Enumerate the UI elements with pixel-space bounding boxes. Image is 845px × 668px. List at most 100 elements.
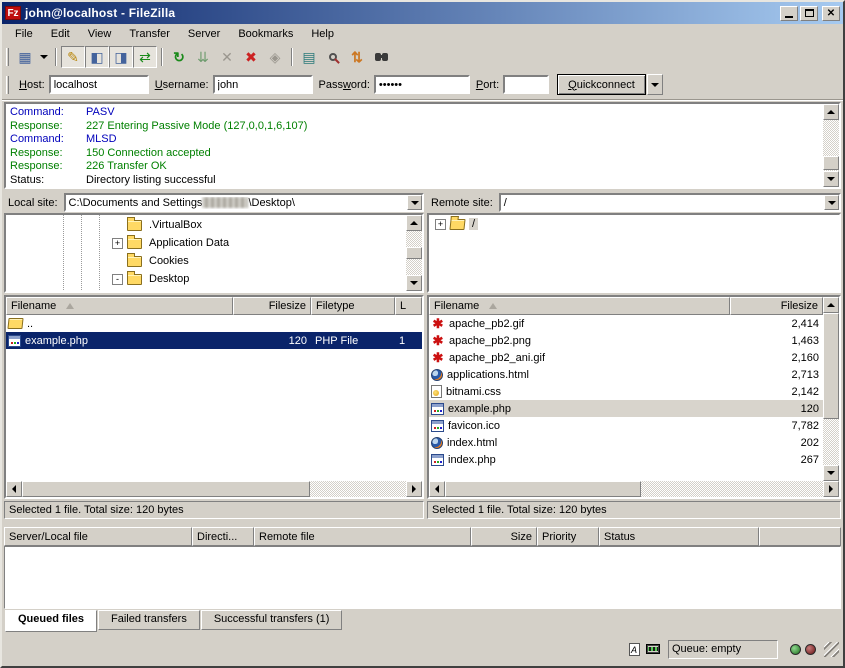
maximize-button[interactable] bbox=[800, 6, 818, 21]
resize-grip[interactable] bbox=[824, 642, 839, 657]
close-button[interactable] bbox=[822, 6, 840, 21]
log-scrollbar[interactable] bbox=[823, 104, 839, 187]
tree-item-label[interactable]: Desktop bbox=[146, 273, 192, 285]
remote-list-hscrollbar[interactable] bbox=[429, 481, 839, 497]
username-input[interactable] bbox=[213, 75, 313, 94]
quickconnect-button[interactable]: Quickconnect bbox=[557, 74, 646, 95]
scroll-track[interactable] bbox=[823, 120, 839, 171]
reconnect-button[interactable]: ◈ bbox=[263, 46, 287, 68]
scroll-up-button[interactable] bbox=[823, 104, 839, 120]
column-direction[interactable]: Directi... bbox=[192, 527, 254, 546]
menu-transfer[interactable]: Transfer bbox=[120, 26, 179, 42]
file-row[interactable]: apache_pb2_ani.gif2,160 bbox=[429, 349, 823, 366]
scroll-track[interactable] bbox=[445, 481, 823, 497]
local-path-combobox[interactable]: C:\Documents and Settings\Desktop\ bbox=[64, 193, 424, 212]
tree-item-label[interactable]: / bbox=[469, 218, 478, 230]
expander-icon[interactable]: + bbox=[435, 219, 446, 230]
quickconnect-dropdown[interactable] bbox=[647, 74, 663, 95]
scroll-thumb[interactable] bbox=[823, 156, 839, 170]
scroll-right-button[interactable] bbox=[406, 481, 422, 497]
file-row-selected[interactable]: example.php120 bbox=[429, 400, 823, 417]
scroll-thumb[interactable] bbox=[823, 313, 839, 419]
scroll-track[interactable] bbox=[406, 231, 422, 275]
sync-browse-button[interactable]: ⇅ bbox=[345, 46, 369, 68]
tab-successful-transfers[interactable]: Successful transfers (1) bbox=[201, 610, 343, 630]
tree-item-label[interactable]: Application Data bbox=[146, 237, 232, 249]
tree-item[interactable]: Cookies bbox=[6, 252, 422, 270]
minimize-button[interactable] bbox=[780, 6, 798, 21]
site-manager-dropdown[interactable] bbox=[37, 46, 51, 68]
disconnect-button[interactable]: ✖ bbox=[239, 46, 263, 68]
find-files-button[interactable] bbox=[369, 46, 393, 68]
file-row[interactable]: index.html202 bbox=[429, 434, 823, 451]
scroll-down-button[interactable] bbox=[823, 171, 839, 187]
menu-view[interactable]: View bbox=[79, 26, 121, 42]
tree-item-label[interactable]: .VirtualBox bbox=[146, 219, 205, 231]
menu-edit[interactable]: Edit bbox=[42, 26, 79, 42]
column-remote-file[interactable]: Remote file bbox=[254, 527, 471, 546]
expander-icon[interactable]: + bbox=[112, 238, 123, 249]
tab-failed-transfers[interactable]: Failed transfers bbox=[98, 610, 200, 630]
remote-list-body[interactable]: apache_pb2.gif2,414 apache_pb2.png1,463 … bbox=[429, 315, 823, 481]
quickbar-gripper[interactable] bbox=[6, 76, 9, 94]
queue-list[interactable] bbox=[4, 546, 841, 609]
file-row[interactable]: index.php267 bbox=[429, 451, 823, 468]
menu-file[interactable]: File bbox=[6, 26, 42, 42]
column-status[interactable]: Status bbox=[599, 527, 759, 546]
local-list-hscrollbar[interactable] bbox=[6, 481, 422, 497]
scroll-up-button[interactable] bbox=[823, 297, 839, 313]
refresh-button[interactable]: ↻ bbox=[167, 46, 191, 68]
file-row[interactable]: bitnami.css2,142 bbox=[429, 383, 823, 400]
scroll-up-button[interactable] bbox=[406, 215, 422, 231]
filter-button[interactable]: ▤ bbox=[297, 46, 321, 68]
scroll-left-button[interactable] bbox=[429, 481, 445, 497]
menu-bookmarks[interactable]: Bookmarks bbox=[229, 26, 302, 42]
toggle-message-log-button[interactable]: ✎ bbox=[61, 46, 85, 68]
column-server-local-file[interactable]: Server/Local file bbox=[4, 527, 192, 546]
local-path-dropdown[interactable] bbox=[407, 195, 422, 210]
column-lastmodified[interactable]: L bbox=[395, 297, 422, 315]
file-row[interactable]: apache_pb2.png1,463 bbox=[429, 332, 823, 349]
remote-tree[interactable]: +/ bbox=[427, 213, 841, 293]
column-size[interactable]: Size bbox=[471, 527, 537, 546]
remote-path-dropdown[interactable] bbox=[824, 195, 839, 210]
column-filesize[interactable]: Filesize bbox=[730, 297, 823, 315]
column-filetype[interactable]: Filetype bbox=[311, 297, 395, 315]
tab-queued-files[interactable]: Queued files bbox=[5, 610, 97, 632]
file-row[interactable]: applications.html2,713 bbox=[429, 366, 823, 383]
local-tree[interactable]: .VirtualBox + Application Data Cookies -D… bbox=[4, 213, 424, 293]
tree-item[interactable]: -Desktop bbox=[6, 270, 422, 288]
transfer-type-indicator[interactable]: A bbox=[626, 642, 642, 657]
port-input[interactable] bbox=[503, 75, 549, 94]
column-priority[interactable]: Priority bbox=[537, 527, 599, 546]
scroll-left-button[interactable] bbox=[6, 481, 22, 497]
message-log[interactable]: Command:PASV Response:227 Entering Passi… bbox=[4, 102, 841, 189]
scroll-right-button[interactable] bbox=[823, 481, 839, 497]
menu-server[interactable]: Server bbox=[179, 26, 229, 42]
tree-item[interactable]: .VirtualBox bbox=[6, 216, 422, 234]
column-filesize[interactable]: Filesize bbox=[233, 297, 311, 315]
toggle-queue-button[interactable]: ⇄ bbox=[133, 46, 157, 68]
local-list-body[interactable]: .. example.php 120 PHP File 1 bbox=[6, 315, 422, 481]
toolbar-gripper[interactable] bbox=[6, 48, 9, 66]
cancel-operation-button[interactable]: ✕ bbox=[215, 46, 239, 68]
scroll-track[interactable] bbox=[22, 481, 406, 497]
remote-list-scrollbar[interactable] bbox=[823, 297, 839, 481]
host-input[interactable] bbox=[49, 75, 149, 94]
toggle-remote-tree-button[interactable]: ◨ bbox=[109, 46, 133, 68]
title-bar[interactable]: Fz john@localhost - FileZilla bbox=[2, 2, 843, 24]
file-row[interactable]: favicon.ico7,782 bbox=[429, 417, 823, 434]
scroll-track[interactable] bbox=[823, 313, 839, 465]
scroll-down-button[interactable] bbox=[823, 465, 839, 481]
scroll-down-button[interactable] bbox=[406, 275, 422, 291]
tree-item-label[interactable]: Cookies bbox=[146, 255, 192, 267]
tree-item[interactable]: + Application Data bbox=[6, 234, 422, 252]
toggle-local-tree-button[interactable]: ◧ bbox=[85, 46, 109, 68]
column-filename[interactable]: Filename bbox=[429, 297, 730, 315]
file-row[interactable]: .. bbox=[6, 315, 422, 332]
file-row[interactable]: apache_pb2.gif2,414 bbox=[429, 315, 823, 332]
encryption-indicator[interactable] bbox=[645, 642, 661, 657]
file-row-selected[interactable]: example.php 120 PHP File 1 bbox=[6, 332, 422, 349]
column-filename[interactable]: Filename bbox=[6, 297, 233, 315]
site-manager-button[interactable]: ▦ bbox=[13, 46, 37, 68]
